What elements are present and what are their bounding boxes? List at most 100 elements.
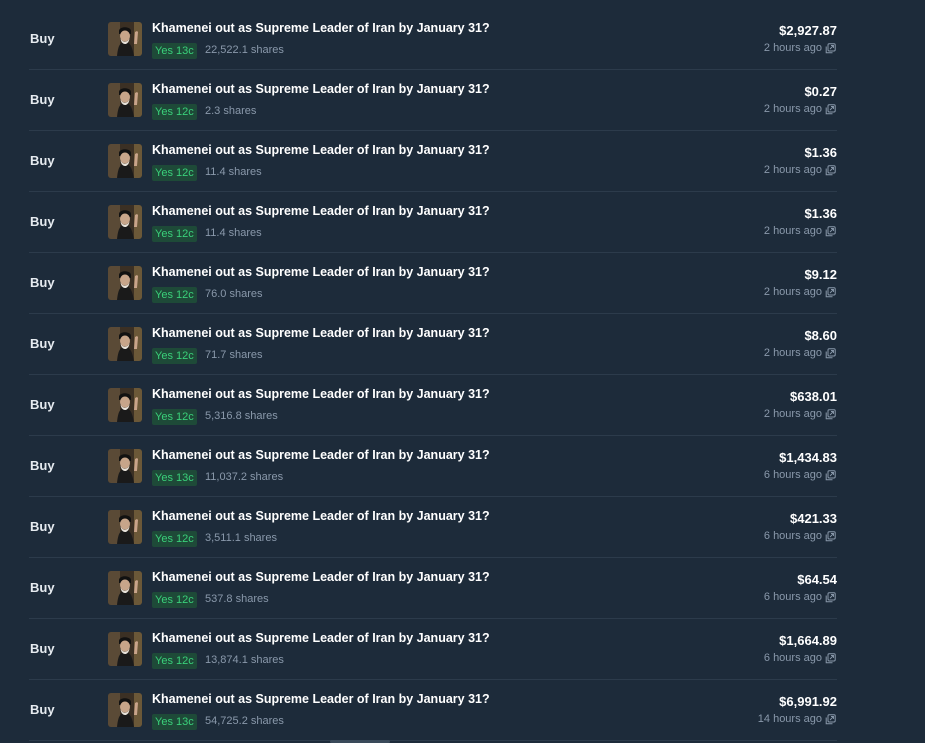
timestamp-group: 2 hours ago bbox=[764, 164, 836, 176]
trade-time: 6 hours ago bbox=[763, 469, 822, 481]
timestamp-group: 6 hours ago bbox=[764, 591, 836, 603]
market-thumbnail-icon[interactable] bbox=[108, 144, 142, 178]
trade-amount: $1.36 bbox=[804, 206, 837, 221]
outcome-badge: Yes 12c bbox=[152, 592, 197, 608]
timestamp-group: 2 hours ago bbox=[764, 286, 836, 298]
market-thumbnail-icon[interactable] bbox=[108, 83, 142, 117]
activity-row[interactable]: Buy Khamenei out as Supreme Leader of Ir… bbox=[0, 70, 925, 131]
trade-side: Buy bbox=[30, 275, 55, 290]
market-thumbnail-icon[interactable] bbox=[108, 449, 142, 483]
external-link-icon[interactable] bbox=[825, 408, 836, 420]
market-thumbnail-icon[interactable] bbox=[108, 205, 142, 239]
trade-time: 2 hours ago bbox=[763, 225, 822, 237]
shares-count: 11.4 shares bbox=[205, 166, 262, 178]
trade-amount: $0.27 bbox=[804, 84, 837, 99]
shares-count: 11,037.2 shares bbox=[205, 471, 284, 483]
trade-amount: $638.01 bbox=[790, 389, 837, 404]
external-link-icon[interactable] bbox=[825, 164, 836, 176]
external-link-icon[interactable] bbox=[825, 652, 836, 664]
shares-count: 537.8 shares bbox=[205, 593, 269, 605]
external-link-icon[interactable] bbox=[825, 469, 836, 481]
external-link-icon[interactable] bbox=[825, 286, 836, 298]
outcome-badge: Yes 12c bbox=[152, 226, 197, 242]
external-link-icon[interactable] bbox=[825, 591, 836, 603]
activity-row[interactable]: Buy Khamenei out as Supreme Leader of Ir… bbox=[0, 619, 925, 680]
trade-amount: $64.54 bbox=[797, 572, 837, 587]
trade-time: 6 hours ago bbox=[763, 591, 822, 603]
market-title[interactable]: Khamenei out as Supreme Leader of Iran b… bbox=[152, 570, 490, 584]
trade-amount: $9.12 bbox=[804, 267, 837, 282]
external-link-icon[interactable] bbox=[825, 530, 836, 542]
trade-side: Buy bbox=[30, 702, 55, 717]
market-thumbnail-icon[interactable] bbox=[108, 22, 142, 56]
shares-count: 11.4 shares bbox=[205, 227, 262, 239]
market-thumbnail-icon[interactable] bbox=[108, 632, 142, 666]
market-thumbnail-icon[interactable] bbox=[108, 571, 142, 605]
timestamp-group: 2 hours ago bbox=[764, 103, 836, 115]
trade-amount: $1,434.83 bbox=[779, 450, 837, 465]
activity-row[interactable]: Buy Khamenei out as Supreme Leader of Ir… bbox=[0, 497, 925, 558]
trade-amount: $8.60 bbox=[804, 328, 837, 343]
trade-side: Buy bbox=[30, 519, 55, 534]
timestamp-group: 2 hours ago bbox=[764, 347, 836, 359]
activity-row[interactable]: Buy Khamenei out as Supreme Leader of Ir… bbox=[0, 375, 925, 436]
shares-count: 5,316.8 shares bbox=[205, 410, 278, 422]
market-title[interactable]: Khamenei out as Supreme Leader of Iran b… bbox=[152, 82, 490, 96]
market-title[interactable]: Khamenei out as Supreme Leader of Iran b… bbox=[152, 265, 490, 279]
market-title[interactable]: Khamenei out as Supreme Leader of Iran b… bbox=[152, 692, 490, 706]
market-thumbnail-icon[interactable] bbox=[108, 266, 142, 300]
market-title[interactable]: Khamenei out as Supreme Leader of Iran b… bbox=[152, 448, 490, 462]
activity-row[interactable]: Buy Khamenei out as Supreme Leader of Ir… bbox=[0, 436, 925, 497]
activity-row[interactable]: Buy Khamenei out as Supreme Leader of Ir… bbox=[0, 9, 925, 70]
trade-time: 2 hours ago bbox=[763, 286, 822, 298]
trade-time: 2 hours ago bbox=[763, 103, 822, 115]
activity-row[interactable]: Buy Khamenei out as Supreme Leader of Ir… bbox=[0, 314, 925, 375]
trade-time: 6 hours ago bbox=[763, 530, 822, 542]
external-link-icon[interactable] bbox=[825, 713, 836, 725]
timestamp-group: 2 hours ago bbox=[764, 42, 836, 54]
shares-count: 54,725.2 shares bbox=[205, 715, 284, 727]
activity-row[interactable]: Buy Khamenei out as Supreme Leader of Ir… bbox=[0, 253, 925, 314]
activity-row[interactable]: Buy Khamenei out as Supreme Leader of Ir… bbox=[0, 680, 925, 741]
market-title[interactable]: Khamenei out as Supreme Leader of Iran b… bbox=[152, 387, 490, 401]
activity-row[interactable]: Buy Khamenei out as Supreme Leader of Ir… bbox=[0, 558, 925, 619]
timestamp-group: 6 hours ago bbox=[764, 469, 836, 481]
external-link-icon[interactable] bbox=[825, 42, 836, 54]
trade-side: Buy bbox=[30, 641, 55, 656]
market-thumbnail-icon[interactable] bbox=[108, 510, 142, 544]
trade-time: 2 hours ago bbox=[763, 408, 822, 420]
trade-side: Buy bbox=[30, 397, 55, 412]
trade-amount: $1,664.89 bbox=[779, 633, 837, 648]
market-thumbnail-icon[interactable] bbox=[108, 388, 142, 422]
trade-side: Buy bbox=[30, 336, 55, 351]
trade-amount: $2,927.87 bbox=[779, 23, 837, 38]
shares-count: 3,511.1 shares bbox=[205, 532, 277, 544]
external-link-icon[interactable] bbox=[825, 347, 836, 359]
activity-row[interactable]: Buy Khamenei out as Supreme Leader of Ir… bbox=[0, 192, 925, 253]
activity-row[interactable]: Buy Khamenei out as Supreme Leader of Ir… bbox=[0, 131, 925, 192]
outcome-badge: Yes 12c bbox=[152, 531, 197, 547]
trade-amount: $6,991.92 bbox=[779, 694, 837, 709]
outcome-badge: Yes 13c bbox=[152, 43, 197, 59]
trade-time: 6 hours ago bbox=[763, 652, 822, 664]
external-link-icon[interactable] bbox=[825, 225, 836, 237]
market-title[interactable]: Khamenei out as Supreme Leader of Iran b… bbox=[152, 21, 490, 35]
timestamp-group: 6 hours ago bbox=[764, 652, 836, 664]
trade-side: Buy bbox=[30, 580, 55, 595]
outcome-badge: Yes 12c bbox=[152, 653, 197, 669]
trade-side: Buy bbox=[30, 31, 55, 46]
trade-side: Buy bbox=[30, 458, 55, 473]
market-thumbnail-icon[interactable] bbox=[108, 327, 142, 361]
market-title[interactable]: Khamenei out as Supreme Leader of Iran b… bbox=[152, 143, 490, 157]
outcome-badge: Yes 13c bbox=[152, 470, 197, 486]
timestamp-group: 14 hours ago bbox=[758, 713, 836, 725]
timestamp-group: 2 hours ago bbox=[764, 408, 836, 420]
market-title[interactable]: Khamenei out as Supreme Leader of Iran b… bbox=[152, 204, 490, 218]
market-title[interactable]: Khamenei out as Supreme Leader of Iran b… bbox=[152, 631, 490, 645]
shares-count: 71.7 shares bbox=[205, 349, 263, 361]
trade-amount: $1.36 bbox=[804, 145, 837, 160]
market-thumbnail-icon[interactable] bbox=[108, 693, 142, 727]
market-title[interactable]: Khamenei out as Supreme Leader of Iran b… bbox=[152, 509, 490, 523]
market-title[interactable]: Khamenei out as Supreme Leader of Iran b… bbox=[152, 326, 490, 340]
external-link-icon[interactable] bbox=[825, 103, 836, 115]
